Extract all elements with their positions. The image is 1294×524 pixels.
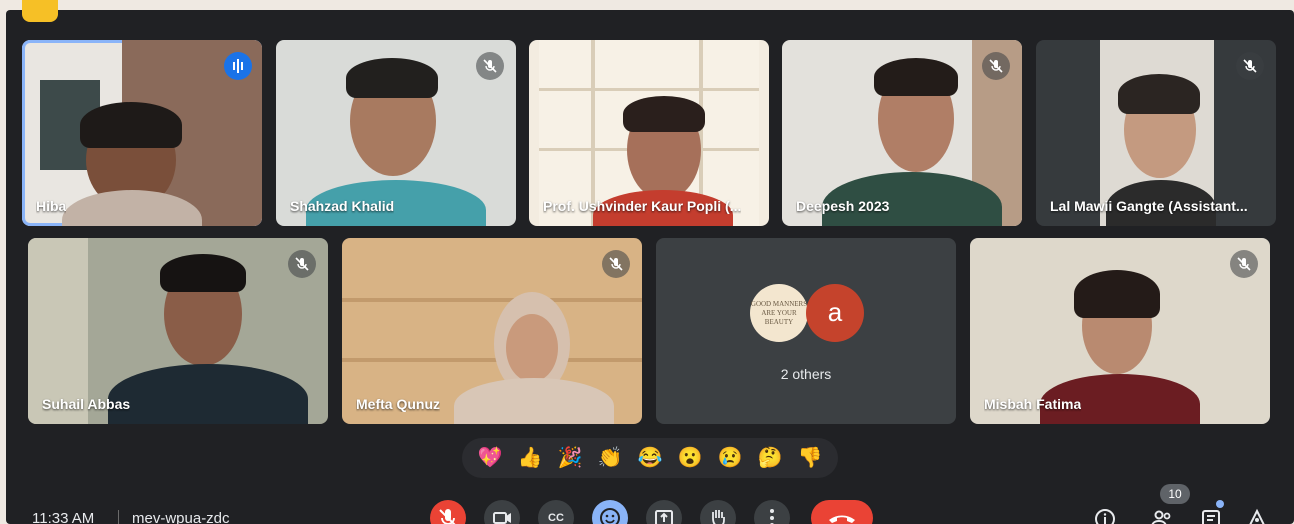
- participant-hair: [1118, 74, 1200, 114]
- mic-toggle-button[interactable]: [430, 500, 466, 524]
- info-icon: [1095, 509, 1115, 524]
- participant-count-badge: 10: [1160, 484, 1190, 504]
- mic-off-icon: [439, 509, 456, 524]
- activities-icon: [1249, 508, 1265, 524]
- participant-name: Prof. Ushvinder Kaur Popli (...: [543, 198, 742, 214]
- present-icon: [655, 510, 673, 524]
- participant-body: [454, 378, 614, 424]
- participant-tile-shahzad[interactable]: Shahzad Khalid: [276, 40, 516, 226]
- activities-button[interactable]: [1246, 508, 1268, 524]
- reaction-heart[interactable]: 💖: [478, 448, 503, 468]
- chat-notification-dot: [1216, 500, 1224, 508]
- participant-tile-misbah[interactable]: Misbah Fatima: [970, 238, 1270, 424]
- shelf-line: [539, 88, 759, 91]
- reaction-laugh[interactable]: 😂: [638, 448, 663, 468]
- mic-off-icon: [476, 52, 504, 80]
- camera-toggle-button[interactable]: [484, 500, 520, 524]
- present-button[interactable]: [646, 500, 682, 524]
- corner-badge: [22, 0, 58, 22]
- participant-body: [108, 364, 308, 424]
- reaction-clap[interactable]: 👏: [598, 448, 623, 468]
- meeting-time: 11:33 AM: [32, 510, 95, 524]
- reaction-party[interactable]: 🎉: [558, 448, 583, 468]
- others-tile[interactable]: GOOD MANNERS ARE YOUR BEAUTY a 2 others: [656, 238, 956, 424]
- others-avatar-quote: GOOD MANNERS ARE YOUR BEAUTY: [750, 284, 808, 342]
- mic-off-icon: [288, 250, 316, 278]
- people-icon: [1151, 510, 1171, 524]
- more-options-button[interactable]: [754, 500, 790, 524]
- others-label: 2 others: [780, 366, 832, 382]
- end-call-icon: [829, 515, 855, 523]
- participant-tile-popli[interactable]: Prof. Ushvinder Kaur Popli (...: [529, 40, 769, 226]
- reaction-thinking[interactable]: 🤔: [758, 448, 783, 468]
- participant-hair: [346, 58, 438, 98]
- participant-tile-suhail[interactable]: Suhail Abbas: [28, 238, 328, 424]
- reaction-sad[interactable]: 😢: [718, 448, 743, 468]
- participant-tile-lal-mawii[interactable]: Lal Mawii Gangte (Assistant...: [1036, 40, 1276, 226]
- captions-button[interactable]: CC: [538, 500, 574, 524]
- participant-tile-hiba[interactable]: Hiba: [22, 40, 262, 226]
- chat-button[interactable]: [1200, 508, 1222, 524]
- others-avatar-letter: a: [806, 284, 864, 342]
- reaction-thumbs-up[interactable]: 👍: [518, 448, 543, 468]
- participant-tile-deepesh[interactable]: Deepesh 2023: [782, 40, 1022, 226]
- meeting-code: mev-wpua-zdc: [132, 510, 230, 524]
- reaction-surprised[interactable]: 😮: [678, 448, 703, 468]
- reactions-bar: 💖 👍 🎉 👏 😂 😮 😢 🤔 👎: [462, 438, 838, 478]
- raise-hand-icon: [712, 510, 725, 524]
- end-call-button[interactable]: [811, 500, 873, 524]
- meeting-details-button[interactable]: [1094, 508, 1116, 524]
- participant-hair: [874, 58, 958, 96]
- mic-off-icon: [982, 52, 1010, 80]
- mic-off-icon: [602, 250, 630, 278]
- divider: [118, 510, 119, 524]
- mic-off-icon: [1230, 250, 1258, 278]
- participant-name: Mefta Qunuz: [356, 396, 440, 412]
- participant-hair: [1074, 270, 1160, 318]
- participant-name: Deepesh 2023: [796, 198, 890, 214]
- emoji-icon: [600, 508, 620, 524]
- more-icon: [770, 509, 774, 524]
- wood-line: [342, 358, 642, 362]
- participant-name: Hiba: [36, 198, 67, 214]
- raise-hand-button[interactable]: [700, 500, 736, 524]
- wood-line: [342, 298, 642, 302]
- participant-hair: [80, 102, 182, 148]
- participant-name: Suhail Abbas: [42, 396, 131, 412]
- participant-name: Misbah Fatima: [984, 396, 1082, 412]
- participant-head: [506, 314, 558, 382]
- camera-icon: [493, 512, 511, 524]
- mic-off-icon: [1236, 52, 1264, 80]
- participant-name: Shahzad Khalid: [290, 198, 395, 214]
- speaking-indicator-icon: [224, 52, 252, 80]
- participant-name: Lal Mawii Gangte (Assistant...: [1050, 198, 1248, 214]
- participant-hair: [160, 254, 246, 292]
- participant-hair: [623, 96, 705, 132]
- participant-tile-mefta[interactable]: Mefta Qunuz: [342, 238, 642, 424]
- meet-window: Hiba Shahzad Khalid Prof. Ushvinder Kaur…: [6, 10, 1294, 524]
- reaction-thumbs-down[interactable]: 👎: [798, 448, 823, 468]
- emoji-button[interactable]: [592, 500, 628, 524]
- people-button[interactable]: [1150, 508, 1174, 524]
- bottom-toolbar: 11:33 AM mev-wpua-zdc CC 10: [6, 484, 1294, 524]
- chat-icon: [1202, 510, 1220, 524]
